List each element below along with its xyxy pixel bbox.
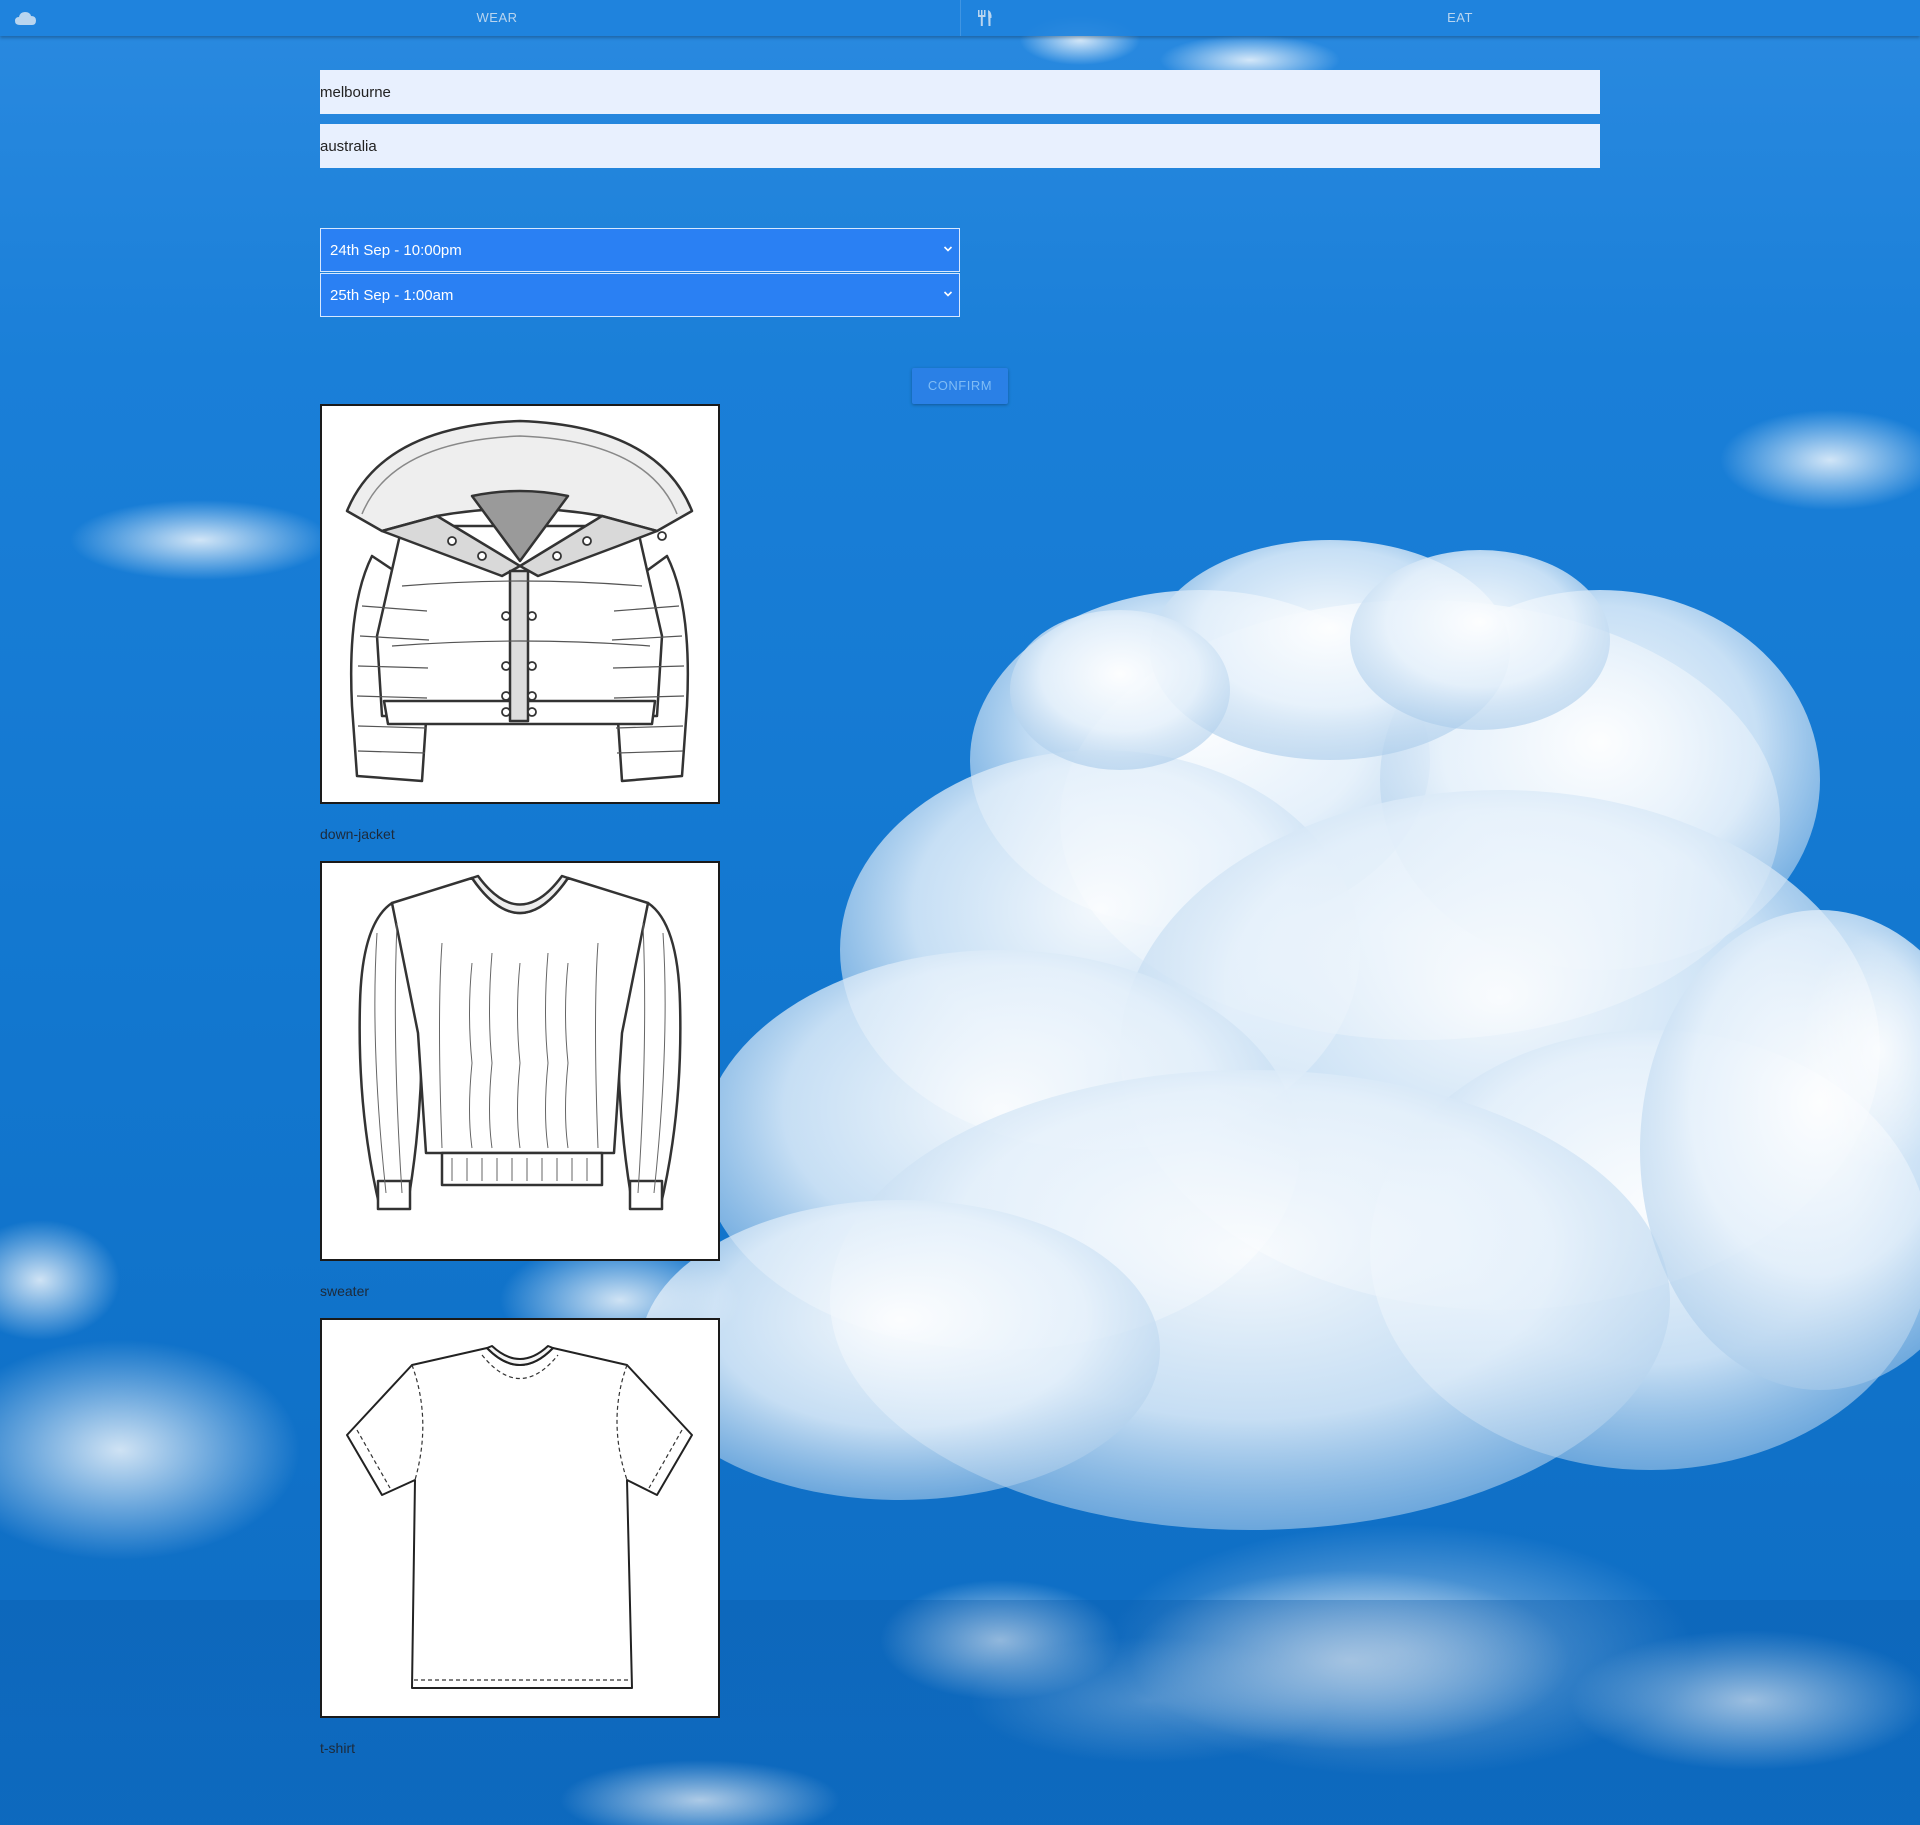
country-input[interactable]: australia xyxy=(320,124,1600,168)
start-time-select[interactable]: 24th Sep - 10:00pm xyxy=(320,228,960,272)
chevron-down-icon xyxy=(943,291,953,297)
sky-band xyxy=(0,1600,1920,1825)
cloud-illustration xyxy=(0,15,1920,1825)
top-nav-bar: WEAR EAT xyxy=(0,0,1920,36)
nav-divider xyxy=(960,0,961,36)
chevron-down-icon xyxy=(943,246,953,252)
city-input[interactable]: melbourne xyxy=(320,70,1600,114)
city-input-value: melbourne xyxy=(320,83,391,101)
end-time-select[interactable]: 25th Sep - 1:00am xyxy=(320,273,960,317)
t-shirt-illustration xyxy=(346,1345,693,1689)
country-input-value: australia xyxy=(320,137,377,155)
start-time-value: 24th Sep - 10:00pm xyxy=(330,241,462,259)
sky-background xyxy=(0,0,1920,1825)
nav-eat-tab[interactable]: EAT xyxy=(1410,10,1510,25)
fork-knife-icon[interactable] xyxy=(976,9,994,27)
t-shirt-card xyxy=(320,1318,720,1718)
confirm-button[interactable]: CONFIRM xyxy=(912,368,1008,404)
result-caption: t-shirt xyxy=(320,1740,355,1756)
sweater-card xyxy=(320,861,720,1261)
down-jacket-card xyxy=(320,404,720,804)
down-jacket-illustration xyxy=(345,419,694,783)
sweater-illustration xyxy=(358,874,682,1211)
result-caption: sweater xyxy=(320,1283,370,1299)
cloud-icon[interactable] xyxy=(14,10,38,26)
result-caption: down-jacket xyxy=(320,826,395,842)
end-time-value: 25th Sep - 1:00am xyxy=(330,286,454,304)
nav-wear-tab[interactable]: WEAR xyxy=(420,10,574,25)
